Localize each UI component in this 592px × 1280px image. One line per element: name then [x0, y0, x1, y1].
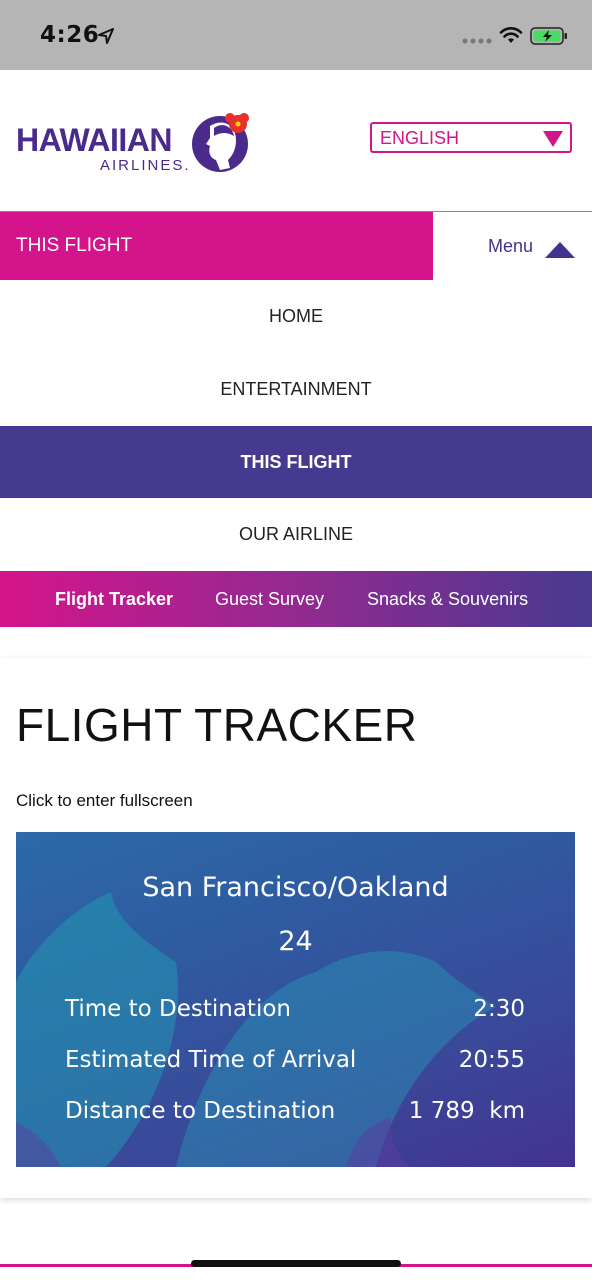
battery-charging-icon	[530, 27, 567, 45]
menu-item-label: OUR AIRLINE	[238, 524, 354, 544]
tracker-row-label: Distance to Destination	[65, 1098, 336, 1124]
sub-navigation: Flight Tracker Guest Survey Snacks & Sou…	[0, 571, 592, 627]
logo-wordmark: HAWAIIAN	[16, 122, 173, 158]
site-header: HAWAIIAN AIRLINES. ENGLISH	[0, 70, 592, 212]
wifi-icon	[499, 27, 523, 43]
tracker-row-value: 1 789 km	[408, 1098, 525, 1124]
current-section-label: THIS FLIGHT	[16, 235, 133, 256]
content-card: FLIGHT TRACKER Click to enter fullscreen…	[0, 658, 592, 1198]
current-section-tab[interactable]: THIS FLIGHT	[0, 212, 433, 280]
tracker-row-value: 2:30	[473, 996, 525, 1022]
pualani-logo-icon	[192, 113, 249, 172]
tracker-row-value: 20:55	[458, 1047, 525, 1073]
logo-subtext: AIRLINES.	[100, 157, 191, 174]
menu-toggle-button[interactable]: Menu	[433, 212, 592, 280]
hawaiian-airlines-logo[interactable]: HAWAIIAN AIRLINES.	[16, 110, 252, 180]
page-title: FLIGHT TRACKER	[16, 699, 418, 751]
signal-dots-icon	[462, 38, 492, 44]
fullscreen-link[interactable]: Click to enter fullscreen	[16, 791, 193, 811]
home-indicator[interactable]	[191, 1260, 401, 1267]
menu-item-our-airline[interactable]: OUR AIRLINE	[0, 498, 592, 570]
status-time: 4:26	[40, 22, 100, 48]
menu-item-this-flight[interactable]: THIS FLIGHT	[0, 426, 592, 498]
status-bar: 4:26	[0, 0, 592, 70]
section-bar: THIS FLIGHT Menu	[0, 212, 592, 280]
tracker-flight-number: 24	[278, 926, 313, 957]
tracker-row-time-to-destination: Time to Destination 2:30	[65, 996, 525, 1028]
menu-item-entertainment[interactable]: ENTERTAINMENT	[0, 353, 592, 425]
menu-item-home[interactable]: HOME	[0, 280, 592, 352]
tracker-row-label: Time to Destination	[65, 996, 291, 1022]
subnav-flight-tracker[interactable]: Flight Tracker	[55, 589, 173, 610]
tracker-row-distance: Distance to Destination 1 789 km	[65, 1098, 525, 1130]
tracker-row-eta: Estimated Time of Arrival 20:55	[65, 1047, 525, 1079]
language-select-value: ENGLISH	[380, 128, 460, 148]
subnav-guest-survey[interactable]: Guest Survey	[215, 589, 324, 610]
menu-item-label: ENTERTAINMENT	[220, 379, 372, 399]
menu-item-label: THIS FLIGHT	[240, 452, 352, 472]
tracker-origin: San Francisco/Oakland	[142, 872, 449, 903]
location-arrow-icon	[98, 28, 114, 44]
chevron-up-icon	[545, 242, 575, 258]
tracker-row-label: Estimated Time of Arrival	[65, 1047, 357, 1073]
menu-item-label: HOME	[269, 306, 323, 326]
subnav-snacks-souvenirs[interactable]: Snacks & Souvenirs	[367, 589, 528, 610]
language-select[interactable]: ENGLISH	[370, 122, 572, 153]
flight-tracker-panel[interactable]: San Francisco/Oakland 24 Time to Destina…	[16, 832, 575, 1167]
menu-label: Menu	[488, 236, 534, 256]
chevron-down-icon	[543, 131, 563, 147]
